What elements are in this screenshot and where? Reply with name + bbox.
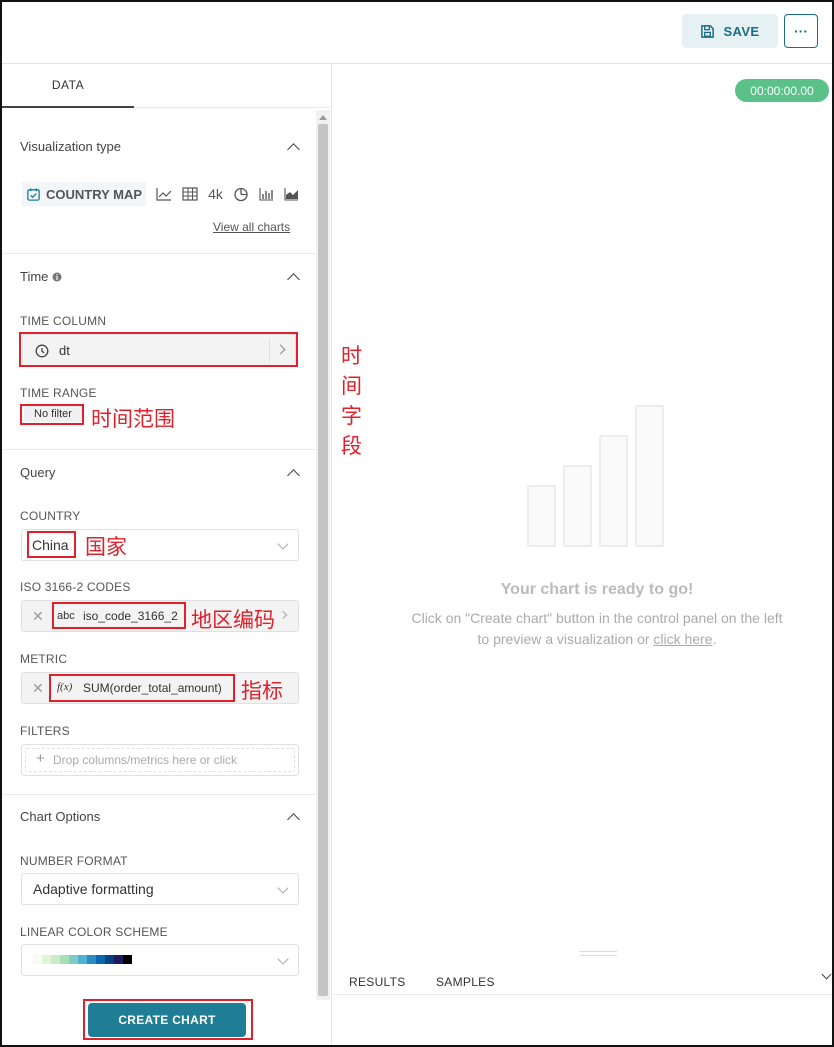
color-swatch: [60, 955, 69, 964]
empty-state-description-text: to preview a visualization or: [477, 631, 654, 647]
tab-data-label: DATA: [51, 78, 85, 92]
header-bar: SAVE ···: [2, 2, 832, 64]
table-icon[interactable]: [182, 187, 198, 201]
color-swatch: [51, 955, 60, 964]
visualization-type-picker: COUNTRY MAP 4k: [22, 180, 299, 208]
color-swatch: [42, 955, 51, 964]
click-here-link[interactable]: click here: [653, 631, 712, 647]
query-section-title: Query: [20, 465, 56, 480]
annotation-box-time-column: [19, 332, 298, 367]
country-label: COUNTRY: [20, 509, 81, 523]
time-column-label: TIME COLUMN: [20, 314, 107, 328]
control-panel: DATA Visualization type COUNTRY MAP 4k V…: [2, 64, 362, 1045]
query-timer-badge: 00:00:00.00: [735, 79, 829, 102]
collapse-query-chevron-icon[interactable]: [287, 469, 300, 482]
number-format-value: Adaptive formatting: [33, 881, 154, 897]
chevron-down-icon[interactable]: [277, 953, 289, 965]
visualization-type-title: Visualization type: [20, 139, 121, 154]
color-swatch: [87, 955, 96, 964]
empty-state-description-line1: Click on "Create chart" button in the co…: [411, 610, 783, 626]
info-icon[interactable]: [52, 272, 62, 282]
chevron-down-icon[interactable]: [277, 538, 289, 550]
chevron-right-icon[interactable]: [278, 610, 288, 620]
empty-chart-illustration-icon: [527, 405, 664, 547]
save-icon: [701, 24, 715, 38]
color-swatch: [33, 955, 42, 964]
annotation-country: 国家: [85, 535, 127, 559]
viz-country-map-label: COUNTRY MAP: [46, 186, 143, 202]
filters-drop-zone[interactable]: + Drop columns/metrics here or click: [21, 744, 299, 776]
iso-codes-label: ISO 3166-2 CODES: [20, 580, 131, 594]
scroll-up-arrow-icon[interactable]: [319, 115, 327, 120]
results-divider: [333, 994, 832, 995]
color-swatch: [96, 955, 105, 964]
area-chart-icon[interactable]: [284, 187, 299, 201]
chart-preview-panel: 00:00:00.00 Your chart is ready to go! C…: [333, 64, 832, 1045]
collapse-time-chevron-icon[interactable]: [287, 273, 300, 286]
color-scheme-swatches: [33, 955, 132, 964]
country-map-icon: [27, 187, 40, 201]
viz-country-map-button[interactable]: COUNTRY MAP: [22, 182, 147, 206]
chevron-down-icon[interactable]: [277, 882, 289, 894]
tab-results[interactable]: RESULTS: [349, 975, 406, 989]
resize-drag-handle[interactable]: [579, 951, 617, 956]
number-format-label: NUMBER FORMAT: [20, 854, 128, 868]
scrollbar-thumb[interactable]: [318, 124, 328, 996]
empty-state-title: Your chart is ready to go!: [500, 581, 694, 598]
section-divider: [2, 449, 316, 450]
collapse-results-chevron-icon[interactable]: [821, 969, 832, 980]
more-icon: ···: [794, 23, 808, 39]
save-button[interactable]: SAVE: [682, 14, 778, 48]
filters-placeholder: Drop columns/metrics here or click: [53, 753, 238, 767]
annotation-metric: 指标: [241, 679, 283, 703]
big-number-icon[interactable]: 4k: [208, 186, 223, 202]
section-divider: [2, 794, 316, 795]
annotation-iso: 地区编码: [191, 608, 275, 632]
collapse-visualization-chevron-icon[interactable]: [287, 143, 300, 156]
more-options-button[interactable]: ···: [784, 14, 818, 48]
empty-state-description-line2: to preview a visualization or click here…: [333, 631, 834, 647]
annotation-box-create-chart: [83, 999, 253, 1040]
control-panel-tabs: DATA: [2, 64, 332, 108]
pie-chart-icon[interactable]: [233, 186, 249, 202]
color-scheme-select[interactable]: [21, 944, 299, 976]
section-divider: [2, 253, 316, 254]
chart-options-title: Chart Options: [20, 809, 101, 824]
remove-metric-icon[interactable]: ✕: [32, 680, 44, 697]
collapse-chart-options-chevron-icon[interactable]: [287, 813, 300, 826]
tab-data[interactable]: DATA: [2, 64, 134, 108]
color-swatch: [123, 955, 132, 964]
plus-icon: +: [36, 750, 45, 767]
filters-label: FILTERS: [20, 724, 70, 738]
control-panel-scrollbar[interactable]: [316, 110, 330, 1000]
time-range-label: TIME RANGE: [20, 386, 97, 400]
color-swatch: [105, 955, 114, 964]
annotation-time-range: 时间范围: [91, 407, 175, 431]
time-section-title: Time: [20, 269, 62, 284]
annotation-box-metric: [49, 674, 235, 702]
save-button-label: SAVE: [723, 23, 760, 39]
time-section-label: Time: [20, 269, 49, 284]
line-chart-icon[interactable]: [156, 187, 172, 201]
color-swatch: [114, 955, 123, 964]
color-swatch: [78, 955, 87, 964]
remove-column-icon[interactable]: ✕: [32, 608, 44, 625]
metric-label: METRIC: [20, 652, 68, 666]
number-format-select[interactable]: Adaptive formatting: [21, 873, 299, 905]
view-all-charts-link[interactable]: View all charts: [213, 220, 290, 234]
annotation-box-iso: [52, 602, 186, 629]
bar-chart-icon[interactable]: [259, 187, 274, 201]
color-swatch: [69, 955, 78, 964]
color-scheme-label: LINEAR COLOR SCHEME: [20, 925, 168, 939]
tab-samples[interactable]: SAMPLES: [436, 975, 495, 989]
empty-state-description-suffix: .: [712, 631, 717, 647]
annotation-box-time-range: [20, 404, 84, 425]
annotation-box-country: [27, 531, 76, 558]
